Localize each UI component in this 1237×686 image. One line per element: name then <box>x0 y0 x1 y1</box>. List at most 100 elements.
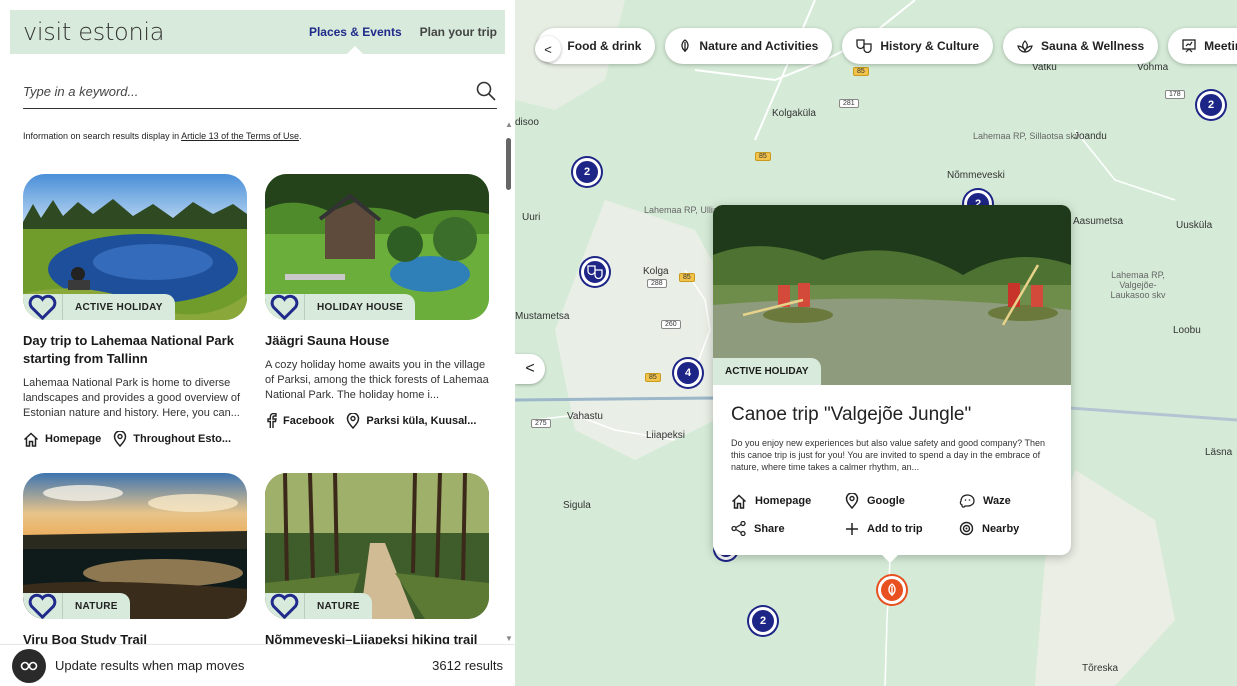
filter-history-culture[interactable]: History & Culture <box>842 28 994 64</box>
card-image[interactable]: NATURE <box>23 473 247 619</box>
facebook-link[interactable]: Facebook <box>265 413 334 429</box>
results-scrollbar[interactable]: ▲ ▼ <box>503 118 513 643</box>
results-footer: Update results when map moves 3612 resul… <box>0 644 515 686</box>
search-bar <box>23 74 497 109</box>
map-park-label: Lahemaa RP, Valgejõe-Laukasoo skv <box>1110 270 1166 300</box>
nav-plan-trip[interactable]: Plan your trip <box>420 25 497 39</box>
filter-sauna-wellness[interactable]: Sauna & Wellness <box>1003 28 1159 64</box>
map-cluster-marker[interactable]: 2 <box>749 607 777 635</box>
scroll-up-icon[interactable]: ▲ <box>505 120 513 129</box>
map-place-label: Tõreska <box>1082 663 1119 674</box>
nav-places-events[interactable]: Places & Events <box>309 25 402 54</box>
site-header: visit estonia Places & Events Plan your … <box>10 10 505 54</box>
results-panel: visit estonia Places & Events Plan your … <box>0 0 515 686</box>
popup-actions: Homepage Google Waze Share Add to trip N… <box>731 493 1053 536</box>
location-link[interactable]: Throughout Esto... <box>113 431 231 447</box>
card-category-label: NATURE <box>317 600 360 612</box>
favourite-heart-icon[interactable] <box>23 294 63 320</box>
card-category-label: ACTIVE HOLIDAY <box>75 301 163 313</box>
result-card[interactable]: HOLIDAY HOUSE Jäägri Sauna House A cozy … <box>265 174 489 429</box>
chevron-left-icon: < <box>544 41 552 57</box>
card-image[interactable]: NATURE <box>265 473 489 619</box>
presentation-board-icon <box>1182 39 1196 53</box>
card-description: A cozy holiday home awaits you in the vi… <box>265 359 489 401</box>
map-place-label: Vahastu <box>567 411 603 422</box>
scrollbar-thumb[interactable] <box>506 138 511 190</box>
map-sync-label: Update results when map moves <box>55 658 245 673</box>
card-category-badge: ACTIVE HOLIDAY <box>23 294 175 320</box>
nearby-spiral-icon <box>959 521 974 536</box>
road-number: 275 <box>531 419 551 428</box>
location-popup: ACTIVE HOLIDAY Canoe trip "Valgejõe Jung… <box>713 205 1071 563</box>
popup-image: ACTIVE HOLIDAY <box>713 205 1071 385</box>
google-maps-link[interactable]: Google <box>845 493 959 509</box>
leaf-icon <box>681 39 690 52</box>
theatre-masks-icon <box>587 265 603 279</box>
location-pin-icon <box>347 413 360 429</box>
card-title[interactable]: Jäägri Sauna House <box>265 332 489 350</box>
card-links: Facebook Parksi küla, Kuusal... <box>265 413 489 429</box>
map-place-label: Uuri <box>522 212 541 223</box>
location-link[interactable]: Parksi küla, Kuusal... <box>346 413 476 429</box>
leaf-icon <box>888 583 896 596</box>
home-icon <box>23 431 39 447</box>
map-sync-toggle[interactable] <box>12 648 46 683</box>
scroll-down-icon[interactable]: ▼ <box>505 634 513 643</box>
card-title[interactable]: Day trip to Lahemaa National Park starti… <box>23 332 247 368</box>
chips-scroll-left-button[interactable]: < <box>535 36 561 62</box>
search-input[interactable] <box>23 83 475 99</box>
waze-link[interactable]: Waze <box>959 493 1053 509</box>
card-category-label: NATURE <box>75 600 118 612</box>
site-logo[interactable]: visit estonia <box>23 18 164 46</box>
homepage-link[interactable]: Homepage <box>731 493 845 509</box>
popup-title[interactable]: Canoe trip "Valgejõe Jungle" <box>731 404 971 426</box>
favourite-heart-icon[interactable] <box>265 294 305 320</box>
popup-description: Do you enjoy new experiences but also va… <box>731 438 1046 472</box>
card-image[interactable]: ACTIVE HOLIDAY <box>23 174 247 320</box>
card-links: Homepage Throughout Esto... <box>23 431 247 447</box>
terms-link[interactable]: Article 13 of the Terms of Use <box>181 131 299 141</box>
terms-info-text: Information on search results display in <box>23 131 182 141</box>
terms-info-end: . <box>298 131 302 141</box>
add-to-trip-button[interactable]: Add to trip <box>845 521 959 536</box>
homepage-link[interactable]: Homepage <box>23 431 101 447</box>
home-icon <box>731 493 747 509</box>
card-category-badge: HOLIDAY HOUSE <box>265 294 416 320</box>
nearby-button[interactable]: Nearby <box>959 521 1053 536</box>
card-image[interactable]: HOLIDAY HOUSE <box>265 174 489 320</box>
map-view[interactable]: Kolgaküla Nõmmeveski Joandu Aasumetsa Uu… <box>515 0 1237 686</box>
filter-nature-activities[interactable]: Nature and Activities <box>665 28 833 64</box>
infinity-link-icon <box>20 661 38 670</box>
road-number: 281 <box>839 99 859 108</box>
result-card[interactable]: NATURE Viru Bog Study Trail <box>23 473 247 649</box>
favourite-heart-icon[interactable] <box>265 593 305 619</box>
app: visit estonia Places & Events Plan your … <box>0 0 1237 686</box>
history-culture-marker[interactable] <box>581 258 609 286</box>
map-place-label: Aasumetsa <box>1073 216 1124 227</box>
map-park-label: Lahemaa RP, Sillaotsa skv <box>973 131 1080 141</box>
map-place-label: Kolgaküla <box>772 108 816 119</box>
map-cluster-marker[interactable]: 4 <box>674 359 702 387</box>
chevron-left-icon: < <box>525 360 535 377</box>
favourite-heart-icon[interactable] <box>23 593 63 619</box>
road-number: 85 <box>853 67 869 76</box>
location-pin-icon <box>845 493 859 509</box>
selected-location-pin[interactable] <box>878 576 906 604</box>
collapse-panel-button[interactable]: < <box>515 354 545 384</box>
share-button[interactable]: Share <box>731 521 845 536</box>
road-number: 85 <box>755 152 771 161</box>
main-nav: Places & Events Plan your trip <box>309 25 497 54</box>
filter-meeting-venues[interactable]: Meeting venues <box>1168 28 1237 64</box>
road-number: 288 <box>647 279 667 288</box>
search-icon[interactable] <box>475 80 497 102</box>
results-count: 3612 results <box>432 658 503 673</box>
map-cluster-marker[interactable]: 2 <box>573 158 601 186</box>
map-place-label: Mustametsa <box>515 311 570 322</box>
card-description: Lahemaa National Park is home to diverse… <box>23 377 241 419</box>
road-number: 85 <box>645 373 661 382</box>
map-cluster-marker[interactable]: 2 <box>1197 91 1225 119</box>
result-card[interactable]: NATURE Nõmmeveski–Liiapeksi hiking trail <box>265 473 489 649</box>
result-card[interactable]: ACTIVE HOLIDAY Day trip to Lahemaa Natio… <box>23 174 247 447</box>
theatre-masks-icon <box>856 39 872 53</box>
card-category-badge: NATURE <box>265 593 372 619</box>
